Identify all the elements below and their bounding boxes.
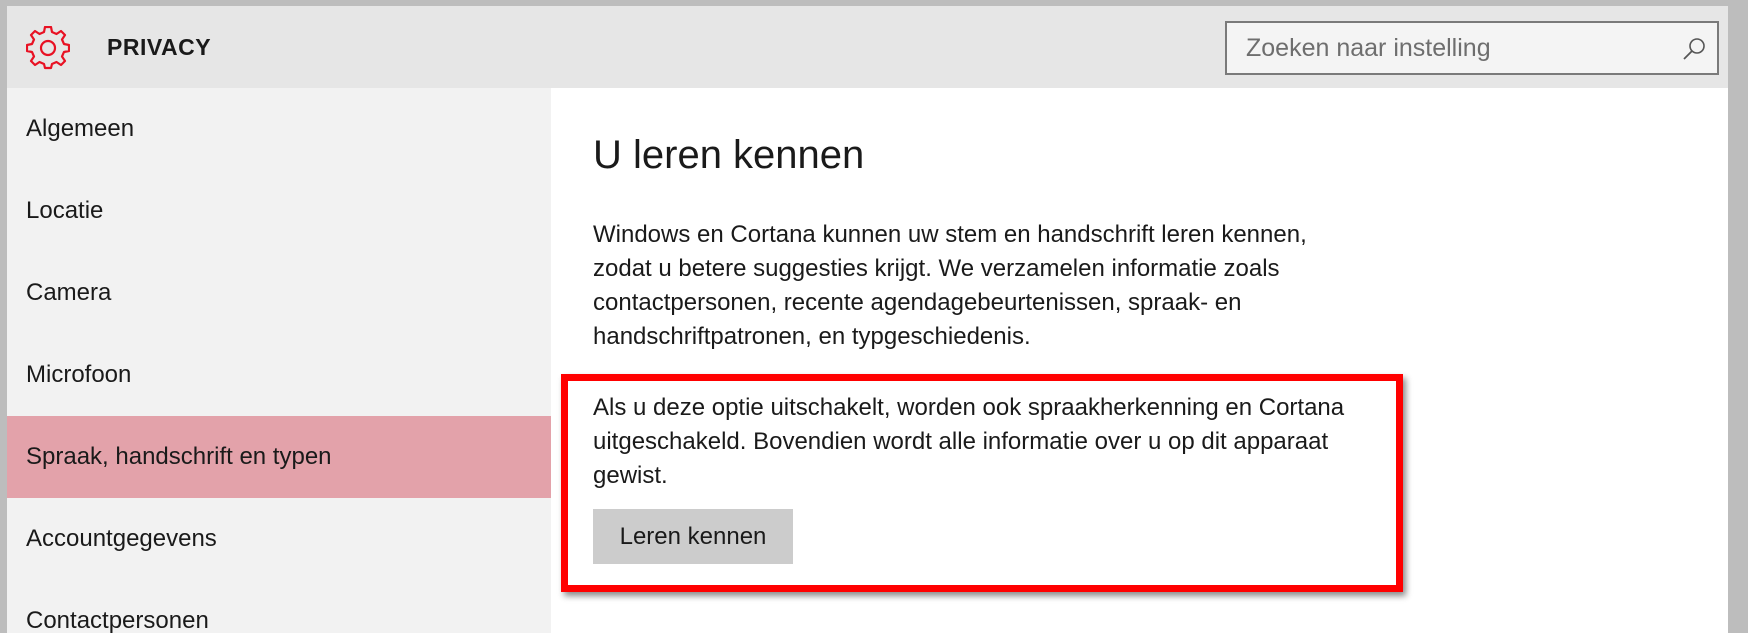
settings-window: PRIVACY Algemeen Locatie Camera Microfoo… — [7, 6, 1728, 633]
sidebar: Algemeen Locatie Camera Microfoon Spraak… — [7, 88, 551, 633]
warning-text: Als u deze optie uitschakelt, worden ook… — [593, 394, 1345, 489]
sidebar-item-spraak[interactable]: Spraak, handschrift en typen — [7, 416, 551, 498]
search-icon[interactable] — [1681, 36, 1707, 62]
page-title: U leren kennen — [593, 133, 865, 177]
sidebar-item-microfoon[interactable]: Microfoon — [7, 334, 551, 416]
search-box[interactable] — [1225, 21, 1719, 75]
header-bar: PRIVACY — [7, 6, 1728, 88]
app-title: PRIVACY — [107, 34, 212, 60]
gear-icon — [26, 26, 70, 70]
search-input[interactable] — [1227, 23, 1647, 73]
main-content: U leren kennen Windows en Cortana kunnen… — [551, 88, 1728, 633]
sidebar-item-contactpersonen[interactable]: Contactpersonen — [7, 580, 551, 633]
sidebar-item-accountgegevens[interactable]: Accountgegevens — [7, 498, 551, 580]
description-text: Windows en Cortana kunnen uw stem en han… — [593, 221, 1307, 350]
sidebar-item-algemeen[interactable]: Algemeen — [7, 88, 551, 170]
sidebar-item-locatie[interactable]: Locatie — [7, 170, 551, 252]
sidebar-item-camera[interactable]: Camera — [7, 252, 551, 334]
leren-kennen-button[interactable]: Leren kennen — [593, 509, 793, 564]
